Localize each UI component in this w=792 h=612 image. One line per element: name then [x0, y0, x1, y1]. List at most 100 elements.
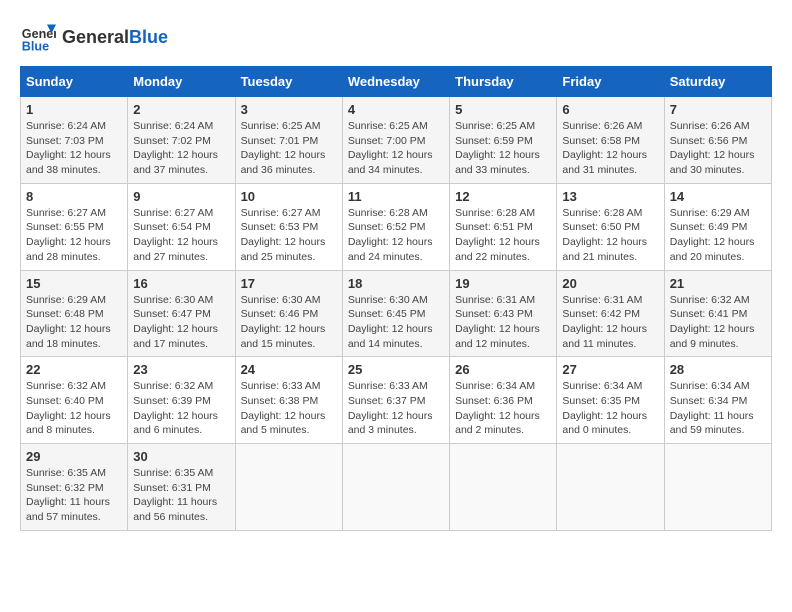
day-number: 20 [562, 276, 658, 291]
weekday-header-row: SundayMondayTuesdayWednesdayThursdayFrid… [21, 67, 772, 97]
calendar-cell: 14 Sunrise: 6:29 AM Sunset: 6:49 PM Dayli… [664, 183, 771, 270]
logo-icon: General Blue [20, 20, 56, 56]
weekday-header-wednesday: Wednesday [342, 67, 449, 97]
calendar-cell [450, 444, 557, 531]
calendar-cell: 27 Sunrise: 6:34 AM Sunset: 6:35 PM Dayli… [557, 357, 664, 444]
day-info: Sunrise: 6:25 AM Sunset: 7:00 PM Dayligh… [348, 119, 444, 178]
day-info: Sunrise: 6:34 AM Sunset: 6:35 PM Dayligh… [562, 379, 658, 438]
calendar-cell: 2Sunrise: 6:24 AM Sunset: 7:02 PM Daylig… [128, 97, 235, 184]
calendar-cell [664, 444, 771, 531]
calendar-cell: 13 Sunrise: 6:28 AM Sunset: 6:50 PM Dayli… [557, 183, 664, 270]
day-number: 4 [348, 102, 444, 117]
calendar-cell: 26 Sunrise: 6:34 AM Sunset: 6:36 PM Dayli… [450, 357, 557, 444]
calendar-cell: 19 Sunrise: 6:31 AM Sunset: 6:43 PM Dayli… [450, 270, 557, 357]
day-info: Sunrise: 6:32 AM Sunset: 6:40 PM Dayligh… [26, 379, 122, 438]
day-info: Sunrise: 6:29 AM Sunset: 6:48 PM Dayligh… [26, 293, 122, 352]
calendar-cell: 3Sunrise: 6:25 AM Sunset: 7:01 PM Daylig… [235, 97, 342, 184]
weekday-header-monday: Monday [128, 67, 235, 97]
calendar-week-row: 8 Sunrise: 6:27 AM Sunset: 6:55 PM Daylig… [21, 183, 772, 270]
day-number: 26 [455, 362, 551, 377]
day-info: Sunrise: 6:25 AM Sunset: 7:01 PM Dayligh… [241, 119, 337, 178]
day-number: 6 [562, 102, 658, 117]
calendar-week-row: 1 Sunrise: 6:24 AM Sunset: 7:03 PM Daylig… [21, 97, 772, 184]
day-info: Sunrise: 6:33 AM Sunset: 6:37 PM Dayligh… [348, 379, 444, 438]
calendar-cell: 29Sunrise: 6:35 AM Sunset: 6:32 PM Dayli… [21, 444, 128, 531]
calendar-week-row: 22 Sunrise: 6:32 AM Sunset: 6:40 PM Dayli… [21, 357, 772, 444]
day-number: 12 [455, 189, 551, 204]
day-number: 25 [348, 362, 444, 377]
calendar-cell: 7 Sunrise: 6:26 AM Sunset: 6:56 PM Daylig… [664, 97, 771, 184]
day-info: Sunrise: 6:29 AM Sunset: 6:49 PM Dayligh… [670, 206, 766, 265]
day-info: Sunrise: 6:30 AM Sunset: 6:47 PM Dayligh… [133, 293, 229, 352]
day-info: Sunrise: 6:24 AM Sunset: 7:03 PM Dayligh… [26, 119, 122, 178]
weekday-header-tuesday: Tuesday [235, 67, 342, 97]
day-info: Sunrise: 6:30 AM Sunset: 6:46 PM Dayligh… [241, 293, 337, 352]
calendar-cell: 6 Sunrise: 6:26 AM Sunset: 6:58 PM Daylig… [557, 97, 664, 184]
header: General Blue GeneralBlue [20, 20, 772, 56]
calendar-week-row: 15 Sunrise: 6:29 AM Sunset: 6:48 PM Dayli… [21, 270, 772, 357]
svg-text:Blue: Blue [22, 40, 49, 54]
day-info: Sunrise: 6:26 AM Sunset: 6:56 PM Dayligh… [670, 119, 766, 178]
calendar-cell: 30Sunrise: 6:35 AM Sunset: 6:31 PM Dayli… [128, 444, 235, 531]
calendar-cell: 12 Sunrise: 6:28 AM Sunset: 6:51 PM Dayli… [450, 183, 557, 270]
day-info: Sunrise: 6:33 AM Sunset: 6:38 PM Dayligh… [241, 379, 337, 438]
day-info: Sunrise: 6:27 AM Sunset: 6:55 PM Dayligh… [26, 206, 122, 265]
calendar-table: SundayMondayTuesdayWednesdayThursdayFrid… [20, 66, 772, 531]
day-info: Sunrise: 6:34 AM Sunset: 6:36 PM Dayligh… [455, 379, 551, 438]
calendar-cell [342, 444, 449, 531]
day-info: Sunrise: 6:32 AM Sunset: 6:41 PM Dayligh… [670, 293, 766, 352]
day-number: 28 [670, 362, 766, 377]
day-info: Sunrise: 6:27 AM Sunset: 6:54 PM Dayligh… [133, 206, 229, 265]
calendar-cell [557, 444, 664, 531]
day-number: 9 [133, 189, 229, 204]
day-number: 1 [26, 102, 122, 117]
day-info: Sunrise: 6:28 AM Sunset: 6:50 PM Dayligh… [562, 206, 658, 265]
day-number: 23 [133, 362, 229, 377]
day-info: Sunrise: 6:34 AM Sunset: 6:34 PM Dayligh… [670, 379, 766, 438]
day-number: 13 [562, 189, 658, 204]
calendar-cell: 10Sunrise: 6:27 AM Sunset: 6:53 PM Dayli… [235, 183, 342, 270]
calendar-cell: 8 Sunrise: 6:27 AM Sunset: 6:55 PM Daylig… [21, 183, 128, 270]
day-info: Sunrise: 6:28 AM Sunset: 6:51 PM Dayligh… [455, 206, 551, 265]
day-number: 7 [670, 102, 766, 117]
calendar-body: 1 Sunrise: 6:24 AM Sunset: 7:03 PM Daylig… [21, 97, 772, 531]
day-number: 19 [455, 276, 551, 291]
day-number: 24 [241, 362, 337, 377]
day-info: Sunrise: 6:30 AM Sunset: 6:45 PM Dayligh… [348, 293, 444, 352]
weekday-header-friday: Friday [557, 67, 664, 97]
calendar-cell: 5 Sunrise: 6:25 AM Sunset: 6:59 PM Daylig… [450, 97, 557, 184]
calendar-cell: 24 Sunrise: 6:33 AM Sunset: 6:38 PM Dayli… [235, 357, 342, 444]
calendar-cell: 15 Sunrise: 6:29 AM Sunset: 6:48 PM Dayli… [21, 270, 128, 357]
day-info: Sunrise: 6:35 AM Sunset: 6:32 PM Dayligh… [26, 466, 122, 525]
weekday-header-thursday: Thursday [450, 67, 557, 97]
day-number: 14 [670, 189, 766, 204]
day-info: Sunrise: 6:31 AM Sunset: 6:42 PM Dayligh… [562, 293, 658, 352]
day-number: 18 [348, 276, 444, 291]
day-info: Sunrise: 6:27 AM Sunset: 6:53 PM Dayligh… [241, 206, 337, 265]
calendar-cell: 4 Sunrise: 6:25 AM Sunset: 7:00 PM Daylig… [342, 97, 449, 184]
weekday-header-saturday: Saturday [664, 67, 771, 97]
weekday-header-sunday: Sunday [21, 67, 128, 97]
day-number: 5 [455, 102, 551, 117]
day-number: 17 [241, 276, 337, 291]
day-number: 11 [348, 189, 444, 204]
logo-text: GeneralBlue [62, 28, 168, 48]
day-number: 22 [26, 362, 122, 377]
calendar-cell: 23Sunrise: 6:32 AM Sunset: 6:39 PM Dayli… [128, 357, 235, 444]
calendar-week-row: 29Sunrise: 6:35 AM Sunset: 6:32 PM Dayli… [21, 444, 772, 531]
day-info: Sunrise: 6:25 AM Sunset: 6:59 PM Dayligh… [455, 119, 551, 178]
calendar-cell [235, 444, 342, 531]
calendar-cell: 1 Sunrise: 6:24 AM Sunset: 7:03 PM Daylig… [21, 97, 128, 184]
day-number: 8 [26, 189, 122, 204]
calendar-cell: 25 Sunrise: 6:33 AM Sunset: 6:37 PM Dayli… [342, 357, 449, 444]
day-number: 27 [562, 362, 658, 377]
calendar-cell: 16 Sunrise: 6:30 AM Sunset: 6:47 PM Dayli… [128, 270, 235, 357]
day-info: Sunrise: 6:31 AM Sunset: 6:43 PM Dayligh… [455, 293, 551, 352]
logo: General Blue GeneralBlue [20, 20, 168, 56]
calendar-cell: 21Sunrise: 6:32 AM Sunset: 6:41 PM Dayli… [664, 270, 771, 357]
day-number: 30 [133, 449, 229, 464]
day-info: Sunrise: 6:26 AM Sunset: 6:58 PM Dayligh… [562, 119, 658, 178]
day-number: 15 [26, 276, 122, 291]
calendar-cell: 20 Sunrise: 6:31 AM Sunset: 6:42 PM Dayli… [557, 270, 664, 357]
day-number: 16 [133, 276, 229, 291]
